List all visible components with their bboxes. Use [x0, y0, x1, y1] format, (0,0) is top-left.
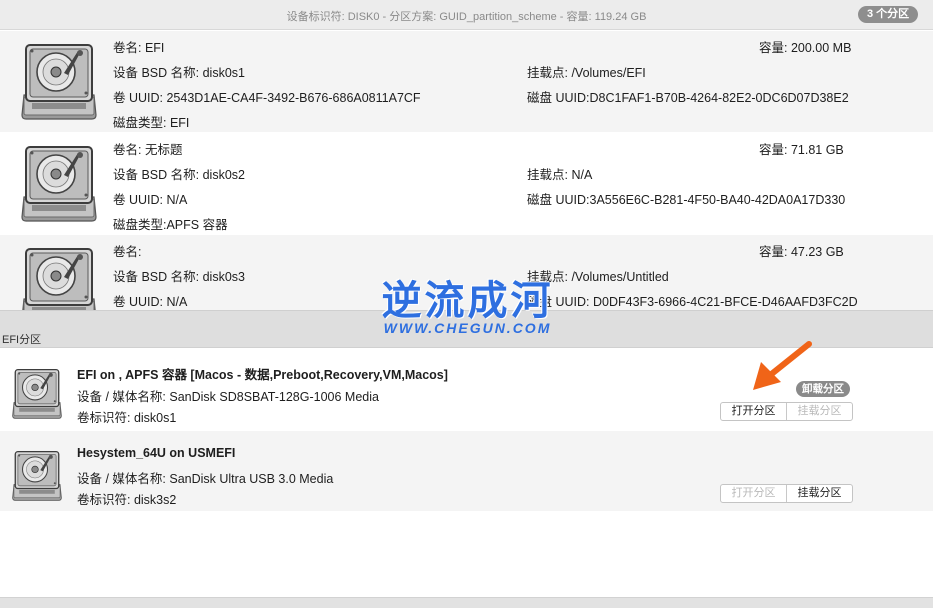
efi-identifier: 卷标识符: disk0s1 — [77, 411, 177, 425]
partition-count-badge: 3 个分区 — [858, 6, 919, 23]
mount-partition-button[interactable]: 挂载分区 — [786, 485, 852, 502]
efi-media-name: 设备 / 媒体名称: SanDisk SD8SBAT-128G-1006 Med… — [77, 390, 379, 404]
bottom-bar — [0, 597, 933, 608]
capacity: 容量: 71.81 GB — [759, 143, 844, 157]
hard-drive-icon — [18, 41, 100, 123]
disk-uuid: 磁盘 UUID:D8C1FAF1-B70B-4264-82E2-0DC6D07D… — [527, 91, 849, 105]
efi-section-label: EFI分区 — [2, 334, 42, 346]
efi-title: Hesystem_64U on USMEFI — [77, 446, 236, 460]
arrow-annotation-icon — [753, 341, 812, 390]
partition-row[interactable]: 卷名: 无标题 容量: 71.81 GB 设备 BSD 名称: disk0s2 … — [0, 133, 933, 234]
partition-action-segmented: 打开分区 挂载分区 — [720, 484, 853, 503]
disk-info-title: 设备标识符: DISK0 - 分区方案: GUID_partition_sche… — [286, 11, 647, 23]
mount-partition-button[interactable]: 挂载分区 — [786, 403, 852, 420]
disk-uuid: 磁盘 UUID:3A556E6C-B281-4F50-BA40-42DA0A17… — [527, 193, 846, 207]
disk-header-bar: 设备标识符: DISK0 - 分区方案: GUID_partition_sche… — [0, 0, 933, 30]
watermark-title: 逆流成河 — [381, 278, 554, 324]
volume-uuid: 卷 UUID: N/A — [113, 295, 188, 309]
bsd-name: 设备 BSD 名称: disk0s3 — [113, 270, 245, 284]
open-partition-button[interactable]: 打开分区 — [721, 485, 786, 502]
hard-drive-icon — [18, 143, 100, 225]
efi-media-name: 设备 / 媒体名称: SanDisk Ultra USB 3.0 Media — [77, 472, 334, 486]
volume-name: 卷名: 无标题 — [113, 143, 183, 157]
watermark-url: WWW.CHEGUN.COM — [383, 320, 552, 336]
watermark: 逆流成河 WWW.CHEGUN.COM — [370, 268, 565, 338]
partition-action-segmented: 打开分区 挂载分区 — [720, 402, 853, 421]
hard-drive-icon — [18, 245, 100, 310]
open-partition-button[interactable]: 打开分区 — [721, 403, 786, 420]
bsd-name: 设备 BSD 名称: disk0s1 — [113, 66, 245, 80]
mount-point: 挂载点: /Volumes/EFI — [527, 66, 646, 80]
disk-type: 磁盘类型:APFS 容器 — [113, 218, 228, 232]
efi-title: EFI on , APFS 容器 [Macos - 数据,Preboot,Rec… — [77, 368, 448, 382]
hard-drive-icon — [10, 367, 64, 421]
volume-name: 卷名: — [113, 245, 142, 259]
bsd-name: 设备 BSD 名称: disk0s2 — [113, 168, 245, 182]
capacity: 容量: 200.00 MB — [759, 41, 852, 55]
volume-name: 卷名: EFI — [113, 41, 165, 55]
disk-uuid: 磁盘 UUID: D0DF43F3-6966-4C21-BFCE-D46AAFD… — [527, 295, 858, 309]
disk-type: 磁盘类型: EFI — [113, 116, 190, 130]
partition-row[interactable]: 卷名: EFI 容量: 200.00 MB 设备 BSD 名称: disk0s1… — [0, 31, 933, 132]
capacity: 容量: 47.23 GB — [759, 245, 844, 259]
volume-uuid: 卷 UUID: 2543D1AE-CA4F-3492-B676-686A0811… — [113, 91, 421, 105]
mount-point: 挂载点: N/A — [527, 168, 593, 182]
hard-drive-icon — [10, 449, 64, 503]
efi-list-item[interactable]: Hesystem_64U on USMEFI 设备 / 媒体名称: SanDis… — [0, 431, 933, 511]
volume-uuid: 卷 UUID: N/A — [113, 193, 188, 207]
efi-identifier: 卷标识符: disk3s2 — [77, 493, 177, 507]
